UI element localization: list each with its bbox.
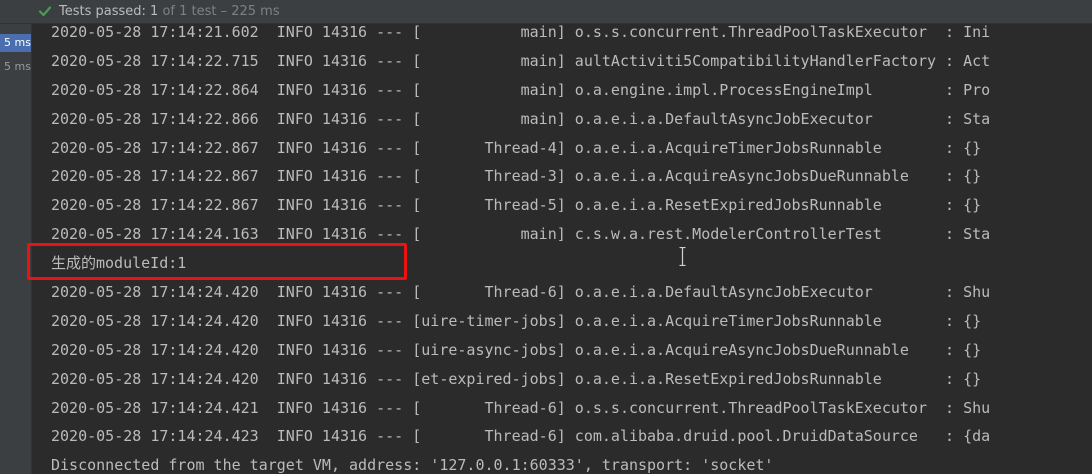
log-line: 2020-05-28 17:14:22.715 INFO 14316 --- [… bbox=[51, 51, 991, 70]
log-line: 2020-05-28 17:14:24.420 INFO 14316 --- [… bbox=[51, 311, 982, 330]
red-highlight-box bbox=[27, 243, 407, 280]
log-line: 2020-05-28 17:14:22.864 INFO 14316 --- [… bbox=[51, 80, 991, 99]
disconnect-line: Disconnected from the target VM, address… bbox=[51, 456, 774, 474]
log-line: 2020-05-28 17:14:24.423 INFO 14316 --- [… bbox=[51, 427, 991, 446]
log-line: 2020-05-28 17:14:22.866 INFO 14316 --- [… bbox=[51, 109, 991, 128]
log-line: 2020-05-28 17:14:24.420 INFO 14316 --- [… bbox=[51, 340, 982, 359]
test-status-bar: Tests passed: 1 of 1 test – 225 ms bbox=[0, 0, 1092, 24]
log-line: 2020-05-28 17:14:21.602 INFO 14316 --- [… bbox=[51, 24, 991, 41]
log-line: 2020-05-28 17:14:24.420 INFO 14316 --- [… bbox=[51, 283, 991, 302]
log-line: 2020-05-28 17:14:22.867 INFO 14316 --- [… bbox=[51, 138, 982, 157]
log-line: 2020-05-28 17:14:24.421 INFO 14316 --- [… bbox=[51, 398, 991, 417]
test-duration-selected[interactable]: 5 ms bbox=[0, 34, 31, 52]
check-icon bbox=[38, 6, 52, 17]
log-line: 2020-05-28 17:14:22.867 INFO 14316 --- [… bbox=[51, 196, 982, 215]
log-line: 2020-05-28 17:14:24.420 INFO 14316 --- [… bbox=[51, 369, 982, 388]
log-line: 2020-05-28 17:14:22.867 INFO 14316 --- [… bbox=[51, 167, 982, 186]
tests-detail-label: of 1 test – 225 ms bbox=[158, 4, 280, 19]
ide-run-panel: Tests passed: 1 of 1 test – 225 ms 5 ms … bbox=[0, 0, 1092, 474]
text-cursor-icon bbox=[679, 247, 686, 266]
test-duration[interactable]: 5 ms bbox=[0, 58, 31, 76]
tests-passed-label: Tests passed: 1 bbox=[59, 4, 159, 19]
tests-summary: Tests passed: 1 of 1 test – 225 ms bbox=[59, 3, 280, 20]
